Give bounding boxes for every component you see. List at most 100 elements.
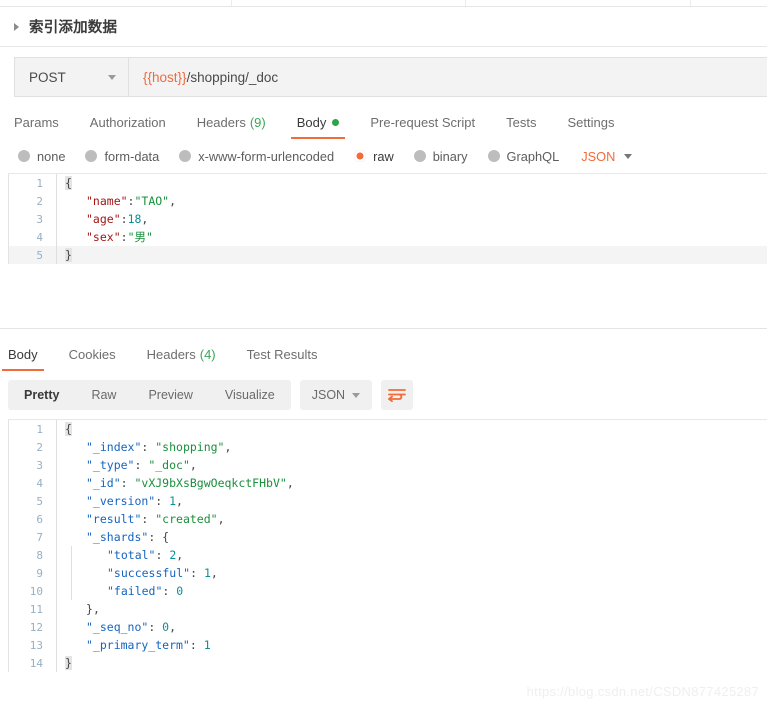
body-type-raw[interactable]: raw xyxy=(354,149,394,164)
response-tab-cookies[interactable]: Cookies xyxy=(69,347,116,371)
code-token: 1 xyxy=(169,494,177,508)
body-has-content-dot-icon xyxy=(332,119,340,126)
raw-format-label: JSON xyxy=(581,148,616,164)
fold-rail-inner xyxy=(71,546,72,600)
response-tab-test-results[interactable]: Test Results xyxy=(247,347,318,371)
wrap-lines-button[interactable] xyxy=(380,380,413,410)
line-number: 1 xyxy=(36,422,43,436)
radio-icon xyxy=(85,150,98,162)
active-tab-underline xyxy=(290,137,346,139)
code-token: "age" xyxy=(86,212,121,226)
view-mode-preview-label: Preview xyxy=(148,388,193,402)
code-line: 3 "_type": "_doc", xyxy=(9,456,767,474)
code-token: : xyxy=(155,494,170,508)
response-view-mode-group: Pretty Raw Preview Visualize xyxy=(8,380,291,410)
code-token: : xyxy=(155,548,170,562)
code-line: 6 "result": "created", xyxy=(9,510,767,528)
code-token: : xyxy=(141,440,156,454)
tab-params[interactable]: Params xyxy=(14,115,59,139)
view-mode-raw[interactable]: Raw xyxy=(75,380,132,410)
body-type-binary[interactable]: binary xyxy=(413,149,468,164)
response-tab-headers[interactable]: Headers (4) xyxy=(147,347,216,371)
code-text: }, xyxy=(55,602,100,616)
radio-icon xyxy=(18,150,30,162)
code-text: { xyxy=(55,422,72,436)
body-type-form-data[interactable]: form-data xyxy=(85,149,159,164)
code-line: 2 "name":"TAO", xyxy=(9,192,767,210)
view-mode-pretty-label: Pretty xyxy=(24,388,60,402)
code-token: : xyxy=(141,512,156,526)
view-mode-pretty[interactable]: Pretty xyxy=(8,380,75,410)
page-title: 索引添加数据 xyxy=(29,20,118,36)
request-body-editor-wrap: 1{2 "name":"TAO", 3 "age":18, 4 "sex":"男" 5} xyxy=(0,173,767,323)
url-bar-row: POST {{host}}/shopping/_doc xyxy=(0,47,767,107)
line-number: 7 xyxy=(36,530,43,544)
response-format-select[interactable]: JSON xyxy=(299,380,372,410)
code-token: "created" xyxy=(155,512,218,526)
code-token: : xyxy=(189,638,204,652)
code-token: { xyxy=(65,176,72,190)
http-method-select[interactable]: POST xyxy=(15,58,129,96)
code-token: "_type" xyxy=(86,458,135,472)
code-line: 12 "_seq_no": 0, xyxy=(9,618,767,636)
code-line: 4 "sex":"男" xyxy=(9,228,767,246)
code-line: 13 "_primary_term": 1 xyxy=(9,636,767,654)
code-token: } xyxy=(65,656,72,670)
line-number: 3 xyxy=(36,458,43,472)
code-line: 2 "_index": "shopping", xyxy=(9,438,767,456)
line-number: 13 xyxy=(29,638,43,652)
response-tab-cookies-label: Cookies xyxy=(68,347,116,362)
code-line: 1{ xyxy=(9,420,767,438)
code-text: "successful": 1, xyxy=(55,566,218,580)
request-body-editor[interactable]: 1{2 "name":"TAO", 3 "age":18, 4 "sex":"男" 5} xyxy=(8,173,767,264)
pane-divider xyxy=(0,328,767,329)
code-token: , xyxy=(92,602,100,616)
body-type-graphql[interactable]: GraphQL xyxy=(487,149,559,164)
tab-settings[interactable]: Settings xyxy=(567,115,614,139)
code-line: 5} xyxy=(9,246,767,264)
response-tab-headers-label: Headers xyxy=(146,347,196,362)
body-type-none[interactable]: none xyxy=(18,149,65,164)
body-type-urlencoded-label: x-www-form-urlencoded xyxy=(198,148,335,164)
code-token: : xyxy=(148,530,163,544)
response-tab-body[interactable]: Body xyxy=(2,347,44,371)
code-token: "_version" xyxy=(86,494,156,508)
code-line: 9 "successful": 1, xyxy=(9,564,767,582)
code-token: "successful" xyxy=(107,566,191,580)
view-mode-visualize[interactable]: Visualize xyxy=(209,380,291,410)
code-line: 11}, xyxy=(9,600,767,618)
tab-body-label: Body xyxy=(296,115,327,130)
url-input[interactable]: {{host}}/shopping/_doc xyxy=(129,58,767,96)
code-line: 7 "_shards": { xyxy=(9,528,767,546)
code-text: { xyxy=(55,176,72,190)
tab-pre-request-script[interactable]: Pre-request Script xyxy=(370,115,475,139)
code-token: , xyxy=(217,512,225,526)
response-body-editor-wrap: 1{2 "_index": "shopping", 3 "_type": "_doc"… xyxy=(0,419,767,681)
body-type-raw-label: raw xyxy=(373,148,394,164)
code-text: "name":"TAO", xyxy=(55,194,176,208)
tab-strip-cutoff xyxy=(0,0,767,7)
tab-params-label: Params xyxy=(14,115,59,130)
code-token: , xyxy=(169,194,177,208)
code-token: , xyxy=(224,440,232,454)
raw-format-select[interactable]: JSON xyxy=(581,148,633,164)
response-tab-body-label: Body xyxy=(8,347,38,362)
body-type-urlencoded[interactable]: x-www-form-urlencoded xyxy=(179,149,334,164)
tab-body[interactable]: Body xyxy=(290,115,346,139)
tab-tests[interactable]: Tests xyxy=(506,115,536,139)
response-body-editor[interactable]: 1{2 "_index": "shopping", 3 "_type": "_doc"… xyxy=(8,419,767,672)
line-number: 6 xyxy=(36,512,43,526)
code-text: "_index": "shopping", xyxy=(55,440,231,454)
code-text: "_id": "vXJ9bXsBgwOeqkctFHbV", xyxy=(55,476,294,490)
postman-window: 索引添加数据 POST {{host}}/shopping/_doc Param… xyxy=(0,0,767,707)
view-mode-preview[interactable]: Preview xyxy=(132,380,208,410)
line-number: 14 xyxy=(29,656,43,670)
caret-right-icon[interactable] xyxy=(14,22,19,31)
tab-authorization[interactable]: Authorization xyxy=(90,115,166,139)
response-tabs: Body Cookies Headers (4) Test Results xyxy=(0,339,767,371)
code-text: "age":18, xyxy=(55,212,148,226)
line-number: 11 xyxy=(29,602,43,616)
code-token: , xyxy=(189,458,197,472)
radio-icon xyxy=(487,150,500,162)
tab-headers[interactable]: Headers (9) xyxy=(197,115,266,139)
